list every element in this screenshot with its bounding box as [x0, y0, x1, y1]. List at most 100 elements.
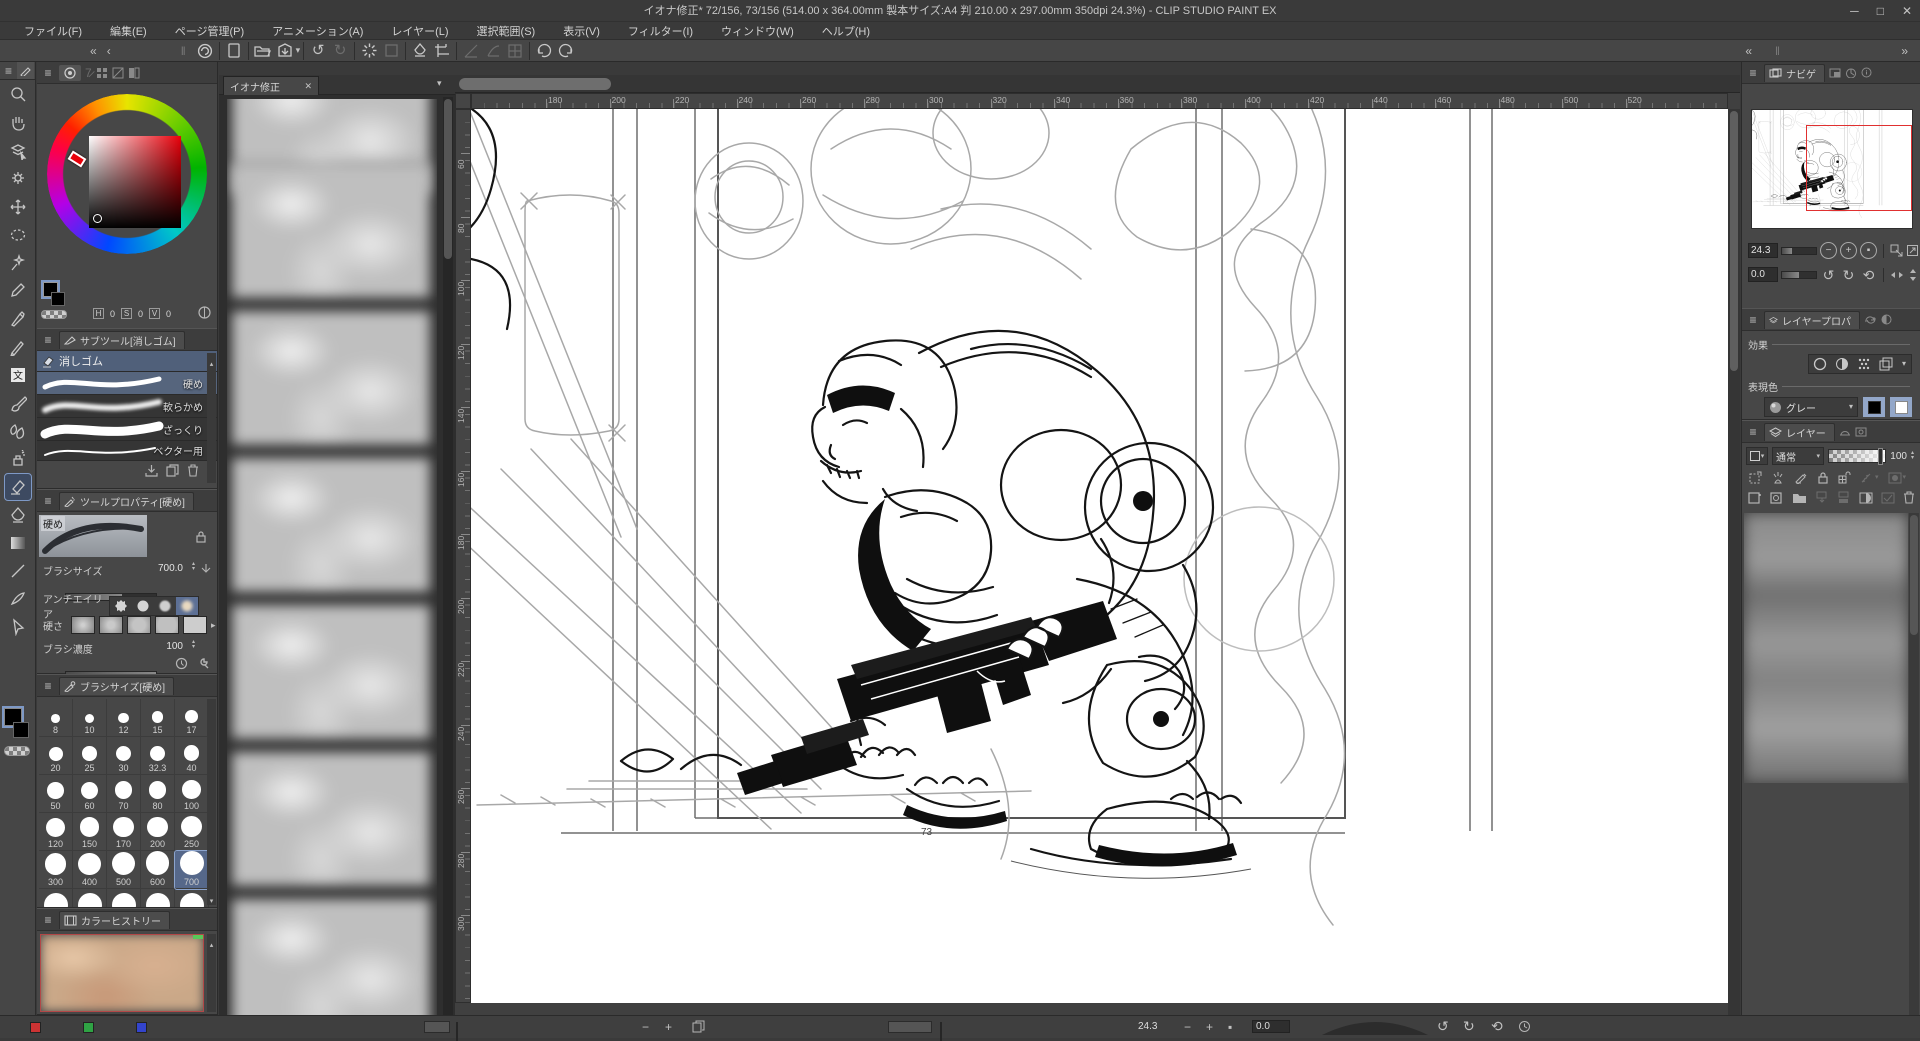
fill-tool[interactable] — [5, 502, 31, 528]
brush-size-option[interactable]: 500 — [107, 851, 141, 889]
expression-color-dropdown[interactable]: グレー ▾ — [1764, 397, 1858, 417]
aa-none-option[interactable] — [110, 597, 132, 615]
page-zoom-in-icon[interactable]: + — [665, 1021, 672, 1033]
transparent-color-swatch[interactable] — [4, 746, 30, 756]
draft-layer-icon[interactable] — [1794, 471, 1808, 484]
toolprop-menu-icon[interactable]: ≡ — [41, 495, 55, 507]
approximate-color-tab-icon[interactable] — [128, 67, 140, 79]
aa-strong-option[interactable] — [176, 597, 198, 615]
brush-size-option[interactable]: 32.3 — [141, 737, 175, 775]
effect-border-icon[interactable] — [1809, 355, 1831, 373]
brush-size-option[interactable] — [141, 889, 175, 908]
subtool-menu-icon[interactable]: ≡ — [41, 334, 55, 346]
brush-size-option[interactable]: 200 — [141, 813, 175, 851]
subtool-tab[interactable]: サブツール[消しゴム] — [59, 331, 185, 349]
expression-white-swatch[interactable] — [1890, 397, 1912, 417]
brush-size-option[interactable]: 300 — [39, 851, 73, 889]
statusbar-clock-icon[interactable] — [1518, 1020, 1531, 1033]
new-folder-icon[interactable] — [1792, 492, 1807, 504]
zoom-fit-button[interactable]: ▪ — [1860, 242, 1877, 259]
brush-size-option[interactable]: 400 — [73, 851, 107, 889]
navigator-rotation-value[interactable]: 0.0 — [1748, 267, 1778, 282]
hardness-option-4[interactable] — [155, 616, 179, 634]
opacity-stepper[interactable]: ▴▾ — [1911, 451, 1914, 461]
menu-item-0[interactable]: ファイル(F) — [10, 23, 96, 41]
transfer-to-lower-icon[interactable] — [1815, 491, 1829, 504]
new-vector-layer-icon[interactable] — [1770, 491, 1784, 504]
brush-size-option[interactable]: 700 — [175, 851, 209, 889]
delete-layer-icon[interactable] — [1903, 491, 1915, 504]
brush-size-option[interactable]: 600 — [141, 851, 175, 889]
layer-search-tab-icon[interactable] — [1839, 427, 1851, 437]
brush-size-option[interactable]: 80 — [141, 775, 175, 813]
preview-lock-icon[interactable] — [195, 530, 207, 543]
page-zoom-out-icon[interactable]: − — [642, 1021, 649, 1033]
fit-to-screen-icon[interactable] — [1890, 244, 1903, 257]
view-rotate-right-icon[interactable] — [555, 42, 577, 60]
layer-convert-tab-icon[interactable] — [1864, 315, 1877, 325]
canvas-zoom-in-icon[interactable]: + — [1206, 1021, 1213, 1033]
tool-strip-menu-icon[interactable]: ≡ — [0, 62, 17, 79]
hardness-option-2[interactable] — [99, 616, 123, 634]
subtool-item-zakkuri[interactable]: ざっくり — [37, 418, 217, 441]
page-duplicate-icon[interactable] — [692, 1020, 705, 1033]
canvas-fit-icon[interactable]: ▪ — [1228, 1021, 1232, 1033]
menu-item-8[interactable]: ウィンドウ(W) — [707, 23, 808, 41]
auto-select-tool[interactable] — [5, 250, 31, 276]
brush-size-option[interactable] — [175, 889, 209, 908]
navigator-zoom-slider[interactable] — [1781, 247, 1817, 255]
dock-collapse-right-icon[interactable]: » — [1901, 45, 1908, 57]
subtool-scrollbar[interactable]: ▴ — [207, 353, 216, 483]
page-thumbnail[interactable] — [231, 310, 431, 446]
menu-item-2[interactable]: ページ管理(P) — [161, 23, 258, 41]
blend-mode-dropdown[interactable]: 通常 ▾ — [1772, 447, 1824, 465]
subtool-duplicate-icon[interactable] — [166, 464, 179, 477]
hardness-option-3[interactable] — [127, 616, 151, 634]
brush-size-indicator-icon[interactable] — [201, 563, 211, 574]
fill-button[interactable] — [409, 42, 431, 60]
new-page-button[interactable] — [223, 42, 245, 60]
status-color-chip-0[interactable] — [30, 1022, 41, 1033]
zoom-out-button[interactable]: − — [1820, 242, 1837, 259]
page-thumbnail[interactable] — [231, 751, 431, 887]
subtool-item-yawarakame[interactable]: 軟らかめ — [37, 395, 217, 418]
navigator-rotation-slider[interactable] — [1781, 271, 1817, 279]
quick-access-tab-icon[interactable] — [1845, 68, 1857, 78]
brush-size-option[interactable]: 150 — [73, 813, 107, 851]
aa-middle-option[interactable] — [154, 597, 176, 615]
brush-size-option[interactable]: 120 — [39, 813, 73, 851]
effect-layer-color-icon[interactable] — [1875, 355, 1897, 373]
wheel-transparent-chip[interactable] — [41, 310, 67, 319]
toolprop-tab[interactable]: ツールプロパティ[硬め] — [59, 492, 194, 510]
snap-special-ruler-button[interactable] — [482, 42, 504, 60]
v-scroll-thumb[interactable] — [1730, 111, 1738, 371]
zoom-tool[interactable] — [5, 82, 31, 108]
density-stepper[interactable]: ▴▾ — [192, 640, 195, 650]
effect-tone-icon[interactable] — [1831, 355, 1853, 373]
wheel-sub-color[interactable] — [51, 292, 65, 306]
brush-size-option[interactable]: 60 — [73, 775, 107, 813]
clip-studio-icon[interactable] — [194, 42, 216, 60]
view-rotate-left-icon[interactable] — [533, 42, 555, 60]
brush-size-option[interactable]: 15 — [141, 699, 175, 737]
eraser-tool[interactable] — [5, 474, 31, 500]
statusbar-reset-view-icon[interactable]: ⟲ — [1491, 1019, 1503, 1033]
redo-button[interactable]: ↻ — [329, 42, 351, 60]
toolbar-collapse-left-icon[interactable]: « — [90, 45, 97, 57]
color-slider-tab-icon[interactable]: 7̷ — [85, 67, 92, 79]
save-options-chevron-icon[interactable]: ▾ — [296, 46, 301, 55]
canvas-zoom-box[interactable] — [888, 1021, 932, 1033]
status-color-chip-1[interactable] — [83, 1022, 94, 1033]
brush-tool[interactable] — [5, 390, 31, 416]
page-zoom-box[interactable] — [424, 1021, 450, 1033]
canvas-zoom-out-icon[interactable]: − — [1184, 1021, 1191, 1033]
brushsize-scrollbar[interactable]: ▾ — [207, 699, 216, 905]
brush-size-option[interactable]: 170 — [107, 813, 141, 851]
gradient-tool[interactable] — [5, 530, 31, 556]
canvas-h-scrollbar[interactable] — [455, 75, 1740, 93]
brush-size-option[interactable] — [73, 889, 107, 908]
rotate-right-icon[interactable]: ↻ — [1840, 268, 1857, 282]
canvas-page[interactable] — [471, 109, 1728, 1003]
brush-size-option[interactable]: 70 — [107, 775, 141, 813]
layer-menu-icon[interactable]: ≡ — [1746, 426, 1760, 438]
